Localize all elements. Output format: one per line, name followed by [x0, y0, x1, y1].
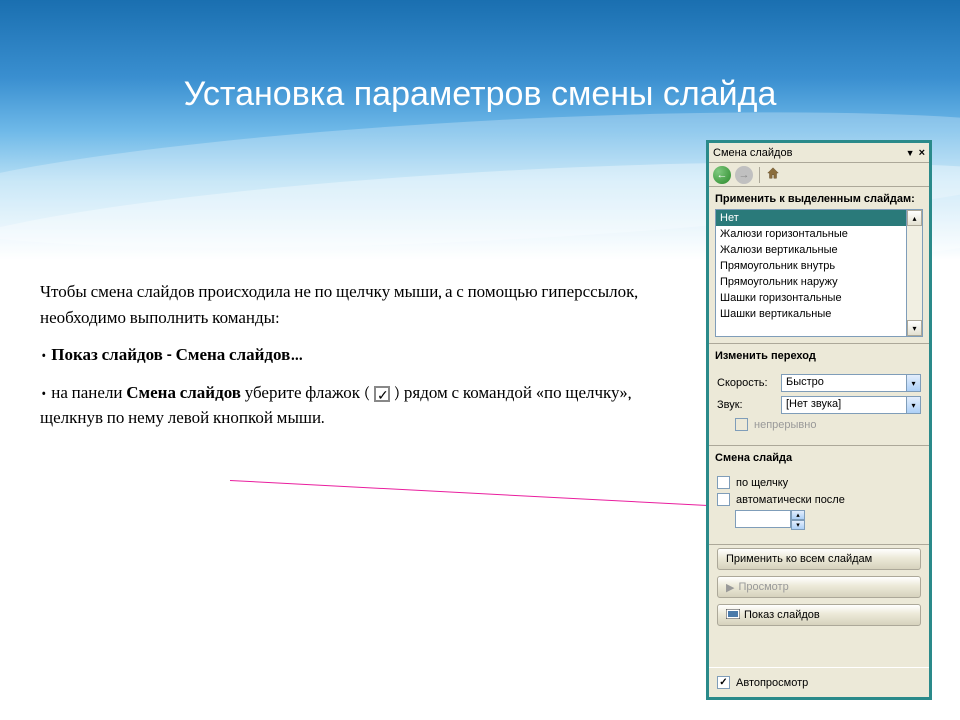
slide-body: Чтобы смена слайдов происходила не по ще…	[40, 280, 640, 444]
taskpane-header: Смена слайдов ▼ ×	[709, 143, 929, 163]
speed-row: Скорость: Быстро ▾	[717, 374, 921, 392]
bullet-item: • на панели Смена слайдов уберите флажок…	[40, 381, 640, 432]
delay-input[interactable]	[735, 510, 791, 528]
autopreview-row: Автопросмотр	[717, 676, 921, 689]
transition-list-item[interactable]: Жалюзи горизонтальные	[716, 226, 906, 242]
transition-list-item[interactable]: Шашки вертикальные	[716, 306, 906, 322]
sound-label: Звук:	[717, 399, 775, 411]
onclick-checkbox[interactable]	[717, 476, 730, 489]
slide-title: Установка параметров смены слайда	[100, 75, 860, 114]
home-icon	[766, 166, 780, 180]
slideshow-icon	[726, 609, 740, 622]
onclick-row: по щелчку	[717, 476, 921, 489]
speed-combo[interactable]: Быстро ▾	[781, 374, 921, 392]
advance-form: по щелчку автоматически после ▴ ▾	[709, 468, 929, 538]
slideshow-label: Показ слайдов	[744, 609, 820, 621]
nav-forward-button: →	[735, 166, 753, 184]
chevron-down-icon[interactable]: ▾	[906, 397, 920, 413]
intro-paragraph: Чтобы смена слайдов происходила не по ще…	[40, 280, 640, 331]
taskpane-nav: ← →	[709, 163, 929, 187]
apply-all-label: Применить ко всем слайдам	[726, 553, 872, 565]
bullet-text: Показ слайдов - Смена слайдов…	[51, 346, 303, 365]
bullet-text: на панели	[51, 384, 126, 403]
scroll-down-button[interactable]: ▾	[907, 320, 922, 336]
autoafter-row: автоматически после	[717, 493, 921, 506]
delay-row: ▴ ▾	[735, 510, 921, 530]
sound-combo[interactable]: [Нет звука] ▾	[781, 396, 921, 414]
section-advance-label: Смена слайда	[709, 446, 929, 468]
chevron-down-icon[interactable]: ▾	[906, 375, 920, 391]
onclick-label: по щелчку	[736, 477, 788, 489]
section-apply-label: Применить к выделенным слайдам:	[709, 187, 929, 209]
arrow-left-icon: ←	[717, 169, 728, 181]
transition-list-item[interactable]: Прямоугольник наружу	[716, 274, 906, 290]
loop-label: непрерывно	[754, 419, 816, 431]
play-icon: ▶	[726, 581, 734, 594]
annotation-arrow	[230, 480, 729, 507]
autopreview-checkbox[interactable]	[717, 676, 730, 689]
delay-spinner[interactable]: ▴ ▾	[735, 510, 805, 530]
taskpane-menu-dropdown[interactable]: ▼	[906, 148, 915, 158]
autoafter-label: автоматически после	[736, 494, 845, 506]
transition-list[interactable]: НетЖалюзи горизонтальныеЖалюзи вертикаль…	[715, 209, 907, 337]
checkbox-icon	[374, 386, 390, 402]
autopreview-label: Автопросмотр	[736, 677, 808, 689]
transition-list-item[interactable]: Нет	[716, 210, 906, 226]
apply-all-button[interactable]: Применить ко всем слайдам	[717, 548, 921, 570]
slideshow-button[interactable]: Показ слайдов	[717, 604, 921, 626]
bullet-text: уберите флажок (	[241, 384, 374, 403]
transition-list-item[interactable]: Шашки горизонтальные	[716, 290, 906, 306]
speed-value: Быстро	[782, 375, 906, 391]
sound-value: [Нет звука]	[782, 397, 906, 413]
speed-label: Скорость:	[717, 377, 775, 389]
sound-row: Звук: [Нет звука] ▾	[717, 396, 921, 414]
transition-list-item[interactable]: Прямоугольник внутрь	[716, 258, 906, 274]
loop-checkbox	[735, 418, 748, 431]
nav-back-button[interactable]: ←	[713, 166, 731, 184]
divider	[709, 544, 929, 545]
bullet-text-bold: Смена слайдов	[126, 384, 241, 403]
scrollbar[interactable]: ▴ ▾	[907, 209, 923, 337]
transition-list-item[interactable]: Жалюзи вертикальные	[716, 242, 906, 258]
taskpane-slide-transition: Смена слайдов ▼ × ← → Применить к выделе…	[706, 140, 932, 700]
scroll-track[interactable]	[907, 226, 922, 320]
play-label: Просмотр	[738, 581, 788, 593]
arrow-right-icon: →	[739, 169, 750, 181]
autoafter-checkbox[interactable]	[717, 493, 730, 506]
section-modify-label: Изменить переход	[709, 344, 929, 366]
bullet-item: • Показ слайдов - Смена слайдов…	[40, 343, 640, 369]
close-icon[interactable]: ×	[919, 147, 925, 159]
spin-down-button[interactable]: ▾	[791, 520, 805, 530]
loop-row: непрерывно	[735, 418, 921, 431]
nav-separator	[759, 167, 760, 183]
play-button[interactable]: ▶ Просмотр	[717, 576, 921, 598]
spin-up-button[interactable]: ▴	[791, 510, 805, 520]
transition-list-wrap: НетЖалюзи горизонтальныеЖалюзи вертикаль…	[715, 209, 923, 337]
taskpane-title: Смена слайдов	[713, 147, 902, 159]
scroll-up-button[interactable]: ▴	[907, 210, 922, 226]
taskpane-footer: Автопросмотр	[709, 667, 929, 697]
nav-home-button[interactable]	[766, 166, 780, 183]
modify-form: Скорость: Быстро ▾ Звук: [Нет звука] ▾ н…	[709, 366, 929, 439]
